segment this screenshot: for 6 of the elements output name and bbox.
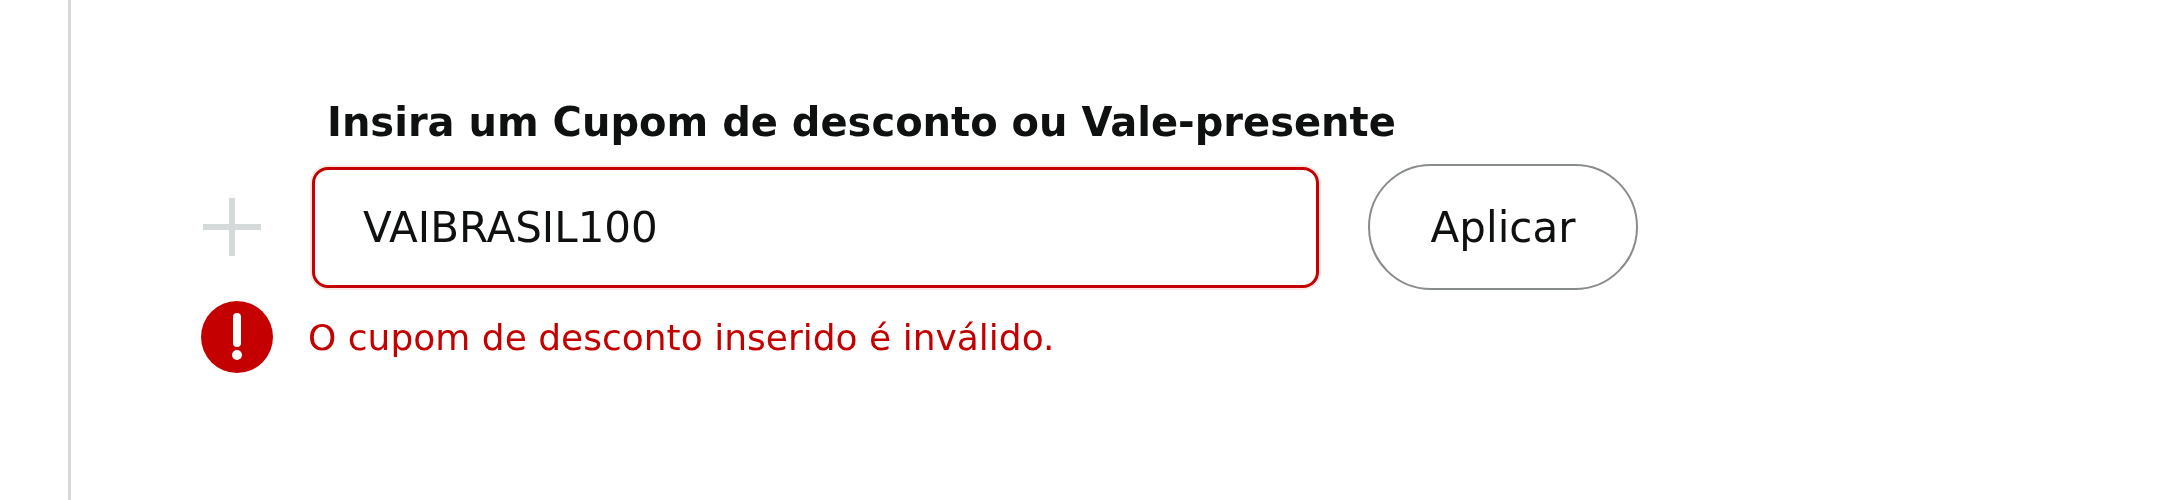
coupon-input-field[interactable]: VAIBRASIL100 <box>312 166 1319 288</box>
coupon-heading: Insira um Cupom de desconto ou Vale-presente <box>327 98 1397 147</box>
apply-button[interactable]: Aplicar <box>1368 164 1638 290</box>
error-message: O cupom de desconto inserido é inválido. <box>308 316 1055 358</box>
error-icon <box>201 301 273 373</box>
plus-icon <box>201 196 263 258</box>
